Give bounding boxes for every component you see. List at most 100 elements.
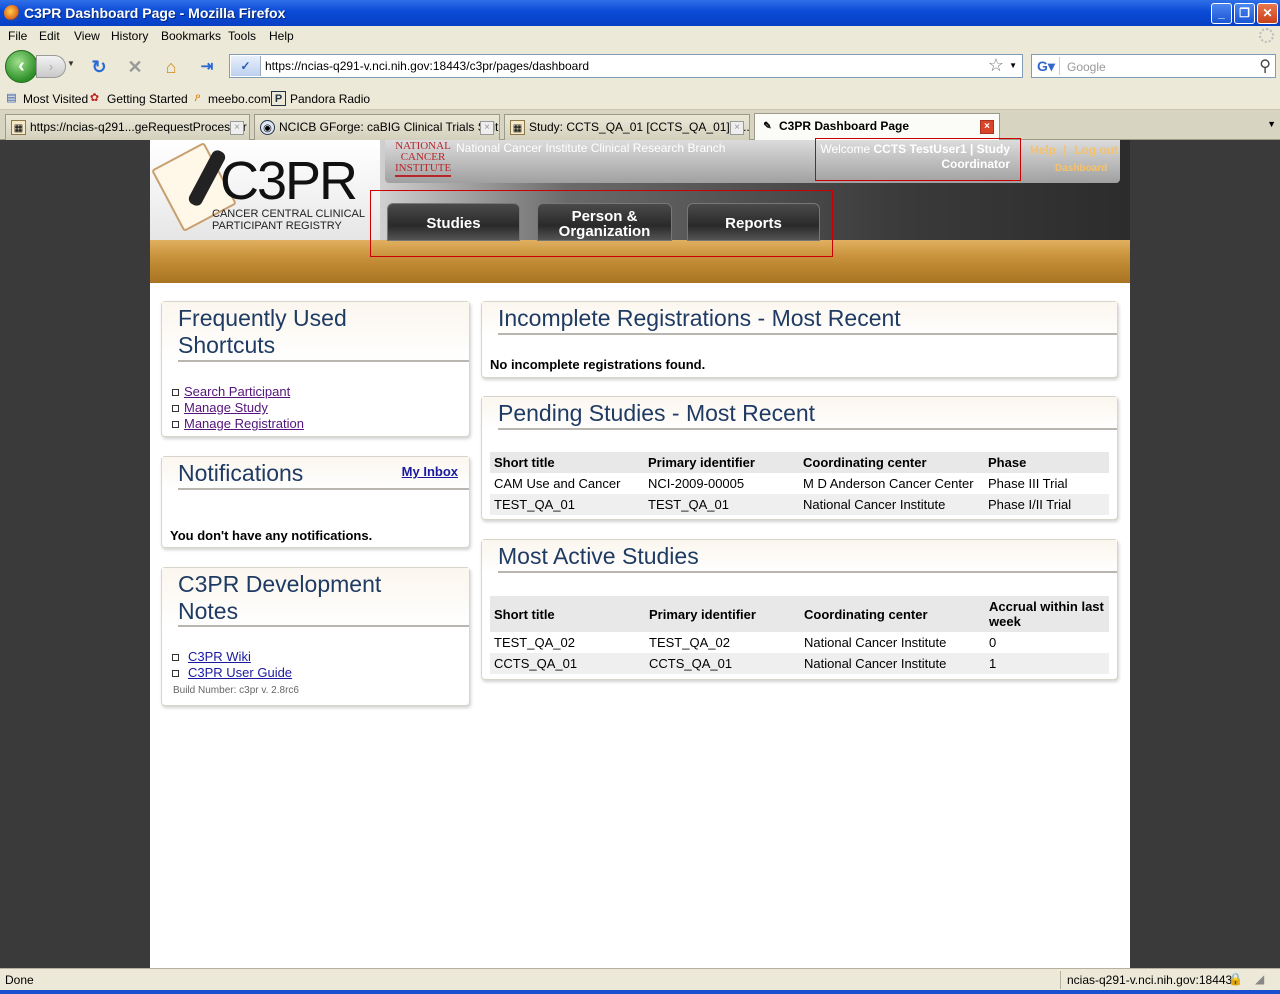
menu-tools[interactable]: Tools xyxy=(228,29,256,43)
close-tab-icon[interactable]: × xyxy=(230,121,244,135)
manage-registration-link[interactable]: Manage Registration xyxy=(184,416,304,431)
back-button[interactable]: ‹ xyxy=(5,50,38,83)
c3pr-header: NATIONAL CANCER INSTITUTE National Cance… xyxy=(150,138,1130,283)
close-tab-icon[interactable]: × xyxy=(480,121,494,135)
manage-study-link[interactable]: Manage Study xyxy=(184,400,268,415)
incomplete-rule xyxy=(498,333,1117,335)
menu-view[interactable]: View xyxy=(74,29,100,43)
bookmarks-toolbar: ▤ Most Visited ✿ Getting Started ዖ meebo… xyxy=(0,88,1280,110)
bookmark-most-visited[interactable]: Most Visited xyxy=(23,92,88,106)
tab-studies[interactable]: Studies xyxy=(387,203,520,241)
search-participant-link[interactable]: Search Participant xyxy=(184,384,290,399)
tab-label: https://ncias-q291...geRequestProcessor xyxy=(30,120,247,134)
my-inbox-link[interactable]: My Inbox xyxy=(402,464,458,479)
search-icon[interactable]: ⚲ xyxy=(1259,56,1271,76)
devnotes-title: C3PR Development Notes xyxy=(178,571,382,624)
table-cell: CCTS_QA_01 xyxy=(645,653,800,674)
list-all-tabs-icon[interactable]: ▼ xyxy=(1267,119,1276,129)
minimize-button[interactable]: _ xyxy=(1211,3,1232,24)
logo-subtitle-line-1: CANCER CENTRAL CLINICAL xyxy=(212,208,366,220)
logo-subtitle: CANCER CENTRAL CLINICAL PARTICIPANT REGI… xyxy=(212,208,365,232)
main-navigation: Studies Person & Organization Reports xyxy=(370,190,833,257)
table-row[interactable]: TEST_QA_02 TEST_QA_02 National Cancer In… xyxy=(490,632,1109,653)
pending-title: Pending Studies - Most Recent xyxy=(498,400,816,426)
bookmark-meebo[interactable]: meebo.com xyxy=(208,92,271,106)
stop-icon[interactable]: ✕ xyxy=(124,56,146,78)
nci-logo-line-3: INSTITUTE xyxy=(395,162,452,174)
meebo-icon: ዖ xyxy=(194,92,201,104)
navigation-toolbar: ‹ › ▼ ↻ ✕ ⌂ ⇥ ✓ https://ncias-q291-v.nci… xyxy=(0,46,1280,88)
forward-button[interactable]: › xyxy=(36,55,66,78)
site-identity-icon[interactable]: ✓ xyxy=(231,56,261,76)
tab-person-organization[interactable]: Person & Organization xyxy=(537,203,672,241)
help-link[interactable]: Help xyxy=(1030,143,1056,157)
table-row[interactable]: TEST_QA_01 TEST_QA_01 National Cancer In… xyxy=(490,494,1109,515)
table-cell: TEST_QA_01 xyxy=(644,494,799,515)
browser-tab-active[interactable]: ✎ C3PR Dashboard Page × xyxy=(754,113,1000,141)
gforge-icon: ◉ xyxy=(260,120,275,135)
url-dropdown-icon[interactable]: ▼ xyxy=(1009,61,1017,70)
devnotes-rule xyxy=(178,625,469,627)
close-tab-icon[interactable]: × xyxy=(730,121,744,135)
table-cell: Phase I/II Trial xyxy=(984,494,1109,515)
address-bar[interactable]: ✓ https://ncias-q291-v.nci.nih.gov:18443… xyxy=(229,54,1023,78)
browser-tab-3[interactable]: ▦ Study: CCTS_QA_01 [CCTS_QA_01] ::... × xyxy=(504,114,750,140)
status-text: Done xyxy=(5,973,34,987)
menu-file[interactable]: File xyxy=(8,29,27,43)
active-header: Most Active Studies xyxy=(482,540,1117,573)
devnotes-panel: C3PR Development Notes C3PR Wiki C3PR Us… xyxy=(161,567,470,706)
page-icon: ▦ xyxy=(510,120,525,135)
c3pr-wiki-link[interactable]: C3PR Wiki xyxy=(188,649,251,664)
notifications-panel: Notifications My Inbox You don't have an… xyxy=(161,456,470,548)
table-row[interactable]: CAM Use and Cancer NCI-2009-00005 M D An… xyxy=(490,473,1109,494)
menu-edit[interactable]: Edit xyxy=(39,29,60,43)
table-cell: TEST_QA_02 xyxy=(494,635,575,650)
c3pr-tab-icon: ✎ xyxy=(763,121,772,132)
search-bar[interactable]: G▾ Google ⚲ xyxy=(1031,54,1276,78)
menu-history[interactable]: History xyxy=(111,29,148,43)
logo-subtitle-line-2: PARTICIPANT REGISTRY xyxy=(212,220,342,232)
header-links: Help | Log out xyxy=(1030,143,1118,157)
history-dropdown-icon[interactable]: ▼ xyxy=(67,59,75,68)
incomplete-message: No incomplete registrations found. xyxy=(490,357,706,372)
browser-tab-2[interactable]: ◉ NCICB GForge: caBIG Clinical Trials Su… xyxy=(254,114,500,140)
google-search-engine-icon[interactable]: G▾ xyxy=(1034,57,1060,75)
reload-icon[interactable]: ↻ xyxy=(88,56,110,78)
shortcuts-header: Frequently Used Shortcuts xyxy=(162,302,469,362)
bookmark-star-icon[interactable]: ☆ xyxy=(988,55,1004,76)
c3pr-user-guide-link[interactable]: C3PR User Guide xyxy=(188,665,292,680)
table-cell: TEST_QA_01 xyxy=(490,494,644,515)
table-cell: 0 xyxy=(989,635,997,650)
home-icon[interactable]: ⌂ xyxy=(160,56,182,78)
resize-grip-icon[interactable]: ◢ xyxy=(1255,972,1264,986)
dashboard-link[interactable]: Dashboard xyxy=(1055,163,1107,174)
search-placeholder[interactable]: Google xyxy=(1067,60,1106,74)
bookmark-pandora[interactable]: Pandora Radio xyxy=(290,92,370,106)
bookmark-getting-started[interactable]: Getting Started xyxy=(107,92,188,106)
column-header: Coordinating center xyxy=(799,452,984,473)
menu-bar: File Edit View History Bookmarks Tools H… xyxy=(0,26,1280,46)
table-row[interactable]: CCTS_QA_01 CCTS_QA_01 National Cancer In… xyxy=(490,653,1109,674)
close-window-button[interactable]: ✕ xyxy=(1257,3,1278,24)
browser-tab-1[interactable]: ▦ https://ncias-q291...geRequestProcesso… xyxy=(5,114,250,140)
tab-reports[interactable]: Reports xyxy=(687,203,820,241)
url-text[interactable]: https://ncias-q291-v.nci.nih.gov:18443/c… xyxy=(265,59,589,73)
column-header: Primary identifier xyxy=(644,452,799,473)
list-item: Manage Registration xyxy=(162,416,469,432)
maximize-button[interactable]: ❐ xyxy=(1234,3,1255,24)
column-header: Coordinating center xyxy=(800,596,985,632)
table-cell: M D Anderson Cancer Center xyxy=(803,476,974,491)
window-title: C3PR Dashboard Page - Mozilla Firefox xyxy=(24,5,286,21)
web-forward-icon[interactable]: ⇥ xyxy=(196,56,218,78)
welcome-box: Welcome CCTS TestUser1 | Study Coordinat… xyxy=(815,138,1021,181)
menu-bookmarks[interactable]: Bookmarks xyxy=(161,29,221,43)
table-cell: CAM Use and Cancer xyxy=(494,476,621,491)
incomplete-registrations-panel: Incomplete Registrations - Most Recent N… xyxy=(481,301,1118,378)
menu-help[interactable]: Help xyxy=(269,29,294,43)
table-header-row: Short title Primary identifier Coordinat… xyxy=(490,452,1109,473)
close-tab-icon[interactable]: × xyxy=(980,120,994,134)
tab-label: Study: CCTS_QA_01 [CCTS_QA_01] ::... xyxy=(529,120,750,134)
logout-link[interactable]: Log out xyxy=(1074,143,1118,157)
list-item: C3PR User Guide xyxy=(162,665,469,681)
lock-icon[interactable]: 🔒 xyxy=(1228,972,1243,986)
